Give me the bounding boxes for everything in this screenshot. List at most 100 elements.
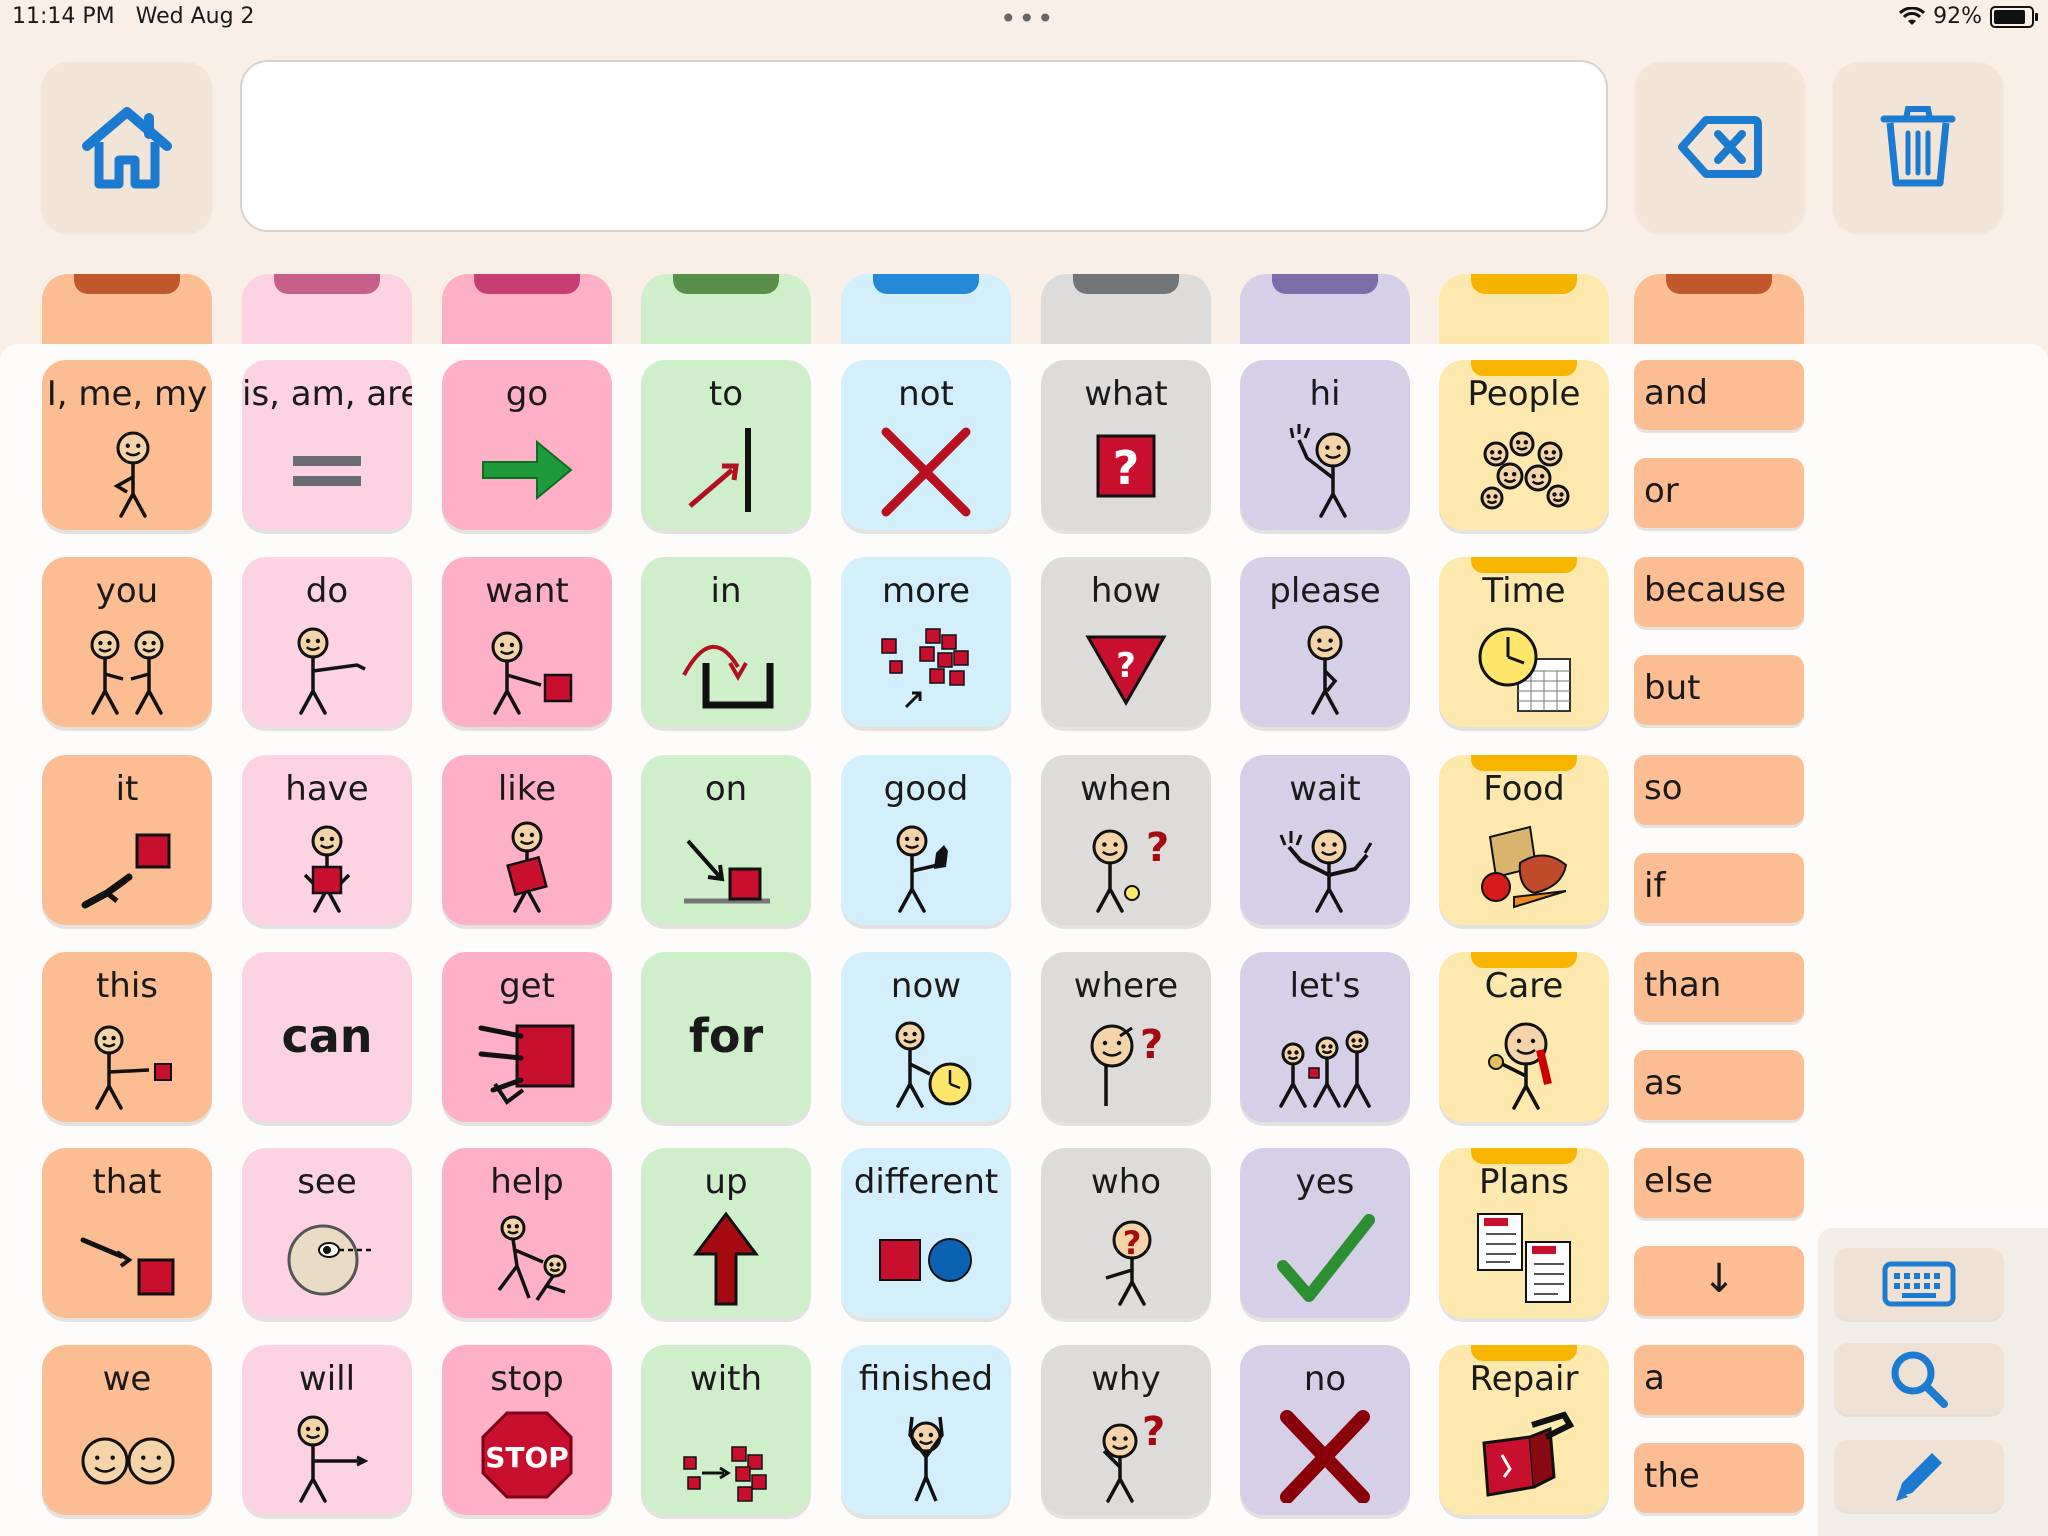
clear-button[interactable] [1833,62,2003,232]
tile-label: Care [1484,966,1564,1006]
folder-tile-care[interactable]: Care [1439,952,1609,1122]
word-tile-this[interactable]: this [42,952,212,1122]
svg-text:?: ? [1113,441,1140,495]
word-tile-in[interactable]: in [641,557,811,727]
word-tile-see[interactable]: see [242,1148,412,1318]
word-tile-you[interactable]: you [42,557,212,727]
folder-tile-food[interactable]: Food [1439,755,1609,925]
word-tile-but[interactable]: but [1634,655,1804,725]
battery-percent: 92% [1933,4,1982,29]
word-tile-and[interactable]: and [1634,360,1804,430]
word-tile-want[interactable]: want [442,557,612,727]
tile-label: but [1644,668,1701,708]
word-tile-not[interactable]: not [841,360,1011,530]
word-tile-different[interactable]: different [841,1148,1011,1318]
home-icon [82,107,172,189]
word-tile-if[interactable]: if [1634,853,1804,923]
person-arms-up-icon [876,1407,976,1503]
word-tile-now[interactable]: now [841,952,1011,1122]
tile-label: why [1091,1359,1161,1399]
word-tile-finished[interactable]: finished [841,1345,1011,1515]
word-tile-do[interactable]: do [242,557,412,727]
status-time: 11:14 PM Wed Aug 2 [12,4,255,29]
folder-tile-people[interactable]: People [1439,360,1609,530]
word-tile-good[interactable]: good [841,755,1011,925]
word-tile-help[interactable]: help [442,1148,612,1318]
word-tile-with[interactable]: with [641,1345,811,1515]
tile-label: now [890,966,962,1006]
word-tile-can[interactable]: can [242,952,412,1122]
person-holding-box-icon [277,817,377,913]
tile-label: if [1644,866,1666,906]
word-tile-to[interactable]: to [641,360,811,530]
tile-label: please [1269,571,1381,611]
scroll-down-button[interactable]: ↓ [1634,1246,1804,1316]
broken-box-tool-icon [1474,1407,1575,1503]
tile-label: see [297,1162,357,1202]
word-tile-when[interactable]: when? [1041,755,1211,925]
word-tile-stop[interactable]: stop STOP [442,1345,612,1515]
word-tile-yes[interactable]: yes [1240,1148,1410,1318]
folder-tab [673,274,779,294]
tile-label: for [688,1009,764,1063]
person-clock-icon [876,1014,976,1110]
word-tile-let-s[interactable]: let's [1240,952,1410,1122]
word-tile-else[interactable]: else [1634,1148,1804,1218]
word-tile-is-am-are[interactable]: is, am, are [242,360,412,530]
word-tile-hi[interactable]: hi [1240,360,1410,530]
message-bar[interactable] [240,60,1608,232]
word-tile-go[interactable]: go [442,360,612,530]
folder-tile-plans[interactable]: Plans [1439,1148,1609,1318]
multitasking-dots[interactable]: ••• [1000,2,1056,35]
arrow-to-line-icon [676,422,776,518]
word-tile-as[interactable]: as [1634,1050,1804,1120]
person-brushing-teeth-icon [1474,1014,1574,1110]
word-tile-where[interactable]: where? [1041,952,1211,1122]
tile-label: not [898,374,954,414]
person-waving-icon [1275,422,1375,518]
word-tile-like[interactable]: like [442,755,612,925]
word-tile-so[interactable]: so [1634,755,1804,825]
word-tile-a[interactable]: a [1634,1345,1804,1415]
tile-label: yes [1295,1162,1355,1202]
word-tile-i-me-my[interactable]: I, me, my [42,360,212,530]
word-tile-who[interactable]: who? [1041,1148,1211,1318]
person-pointing-self-icon [77,422,177,518]
word-tile-up[interactable]: up [641,1148,811,1318]
word-tile-we[interactable]: we [42,1345,212,1515]
folder-tab [274,274,380,294]
folder-tab [74,274,180,294]
word-tile-wait[interactable]: wait [1240,755,1410,925]
word-tile-because[interactable]: because [1634,557,1804,627]
word-tile-how[interactable]: how? [1041,557,1211,727]
home-button[interactable] [42,62,212,232]
word-tile-have[interactable]: have [242,755,412,925]
word-tile-no[interactable]: no [1240,1345,1410,1515]
word-tile-will[interactable]: will [242,1345,412,1515]
word-tile-what[interactable]: what? [1041,360,1211,530]
word-tile-more[interactable]: more [841,557,1011,727]
edit-button[interactable] [1834,1440,2004,1512]
tile-label: as [1644,1063,1683,1103]
tile-label: hi [1309,374,1341,414]
word-tile-the[interactable]: the [1634,1443,1804,1513]
word-tile-that[interactable]: that [42,1148,212,1318]
three-people-icon [1275,1014,1375,1110]
word-tile-it[interactable]: it [42,755,212,925]
word-tile-than[interactable]: than [1634,952,1804,1022]
word-tile-get[interactable]: get [442,952,612,1122]
search-button[interactable] [1834,1343,2004,1415]
word-tile-please[interactable]: please [1240,557,1410,727]
svg-text:?: ? [1142,1409,1165,1455]
folder-tile-repair[interactable]: Repair [1439,1345,1609,1515]
word-tile-or[interactable]: or [1634,458,1804,528]
person-reaching-icon [277,619,377,715]
word-tile-on[interactable]: on [641,755,811,925]
person-hand-chest-icon [1275,619,1375,715]
backspace-button[interactable] [1635,62,1805,232]
keyboard-button[interactable] [1834,1248,2004,1320]
folder-tile-time[interactable]: Time [1439,557,1609,727]
word-tile-for[interactable]: for [641,952,811,1122]
folder-tab [1666,274,1772,294]
word-tile-why[interactable]: why? [1041,1345,1211,1515]
